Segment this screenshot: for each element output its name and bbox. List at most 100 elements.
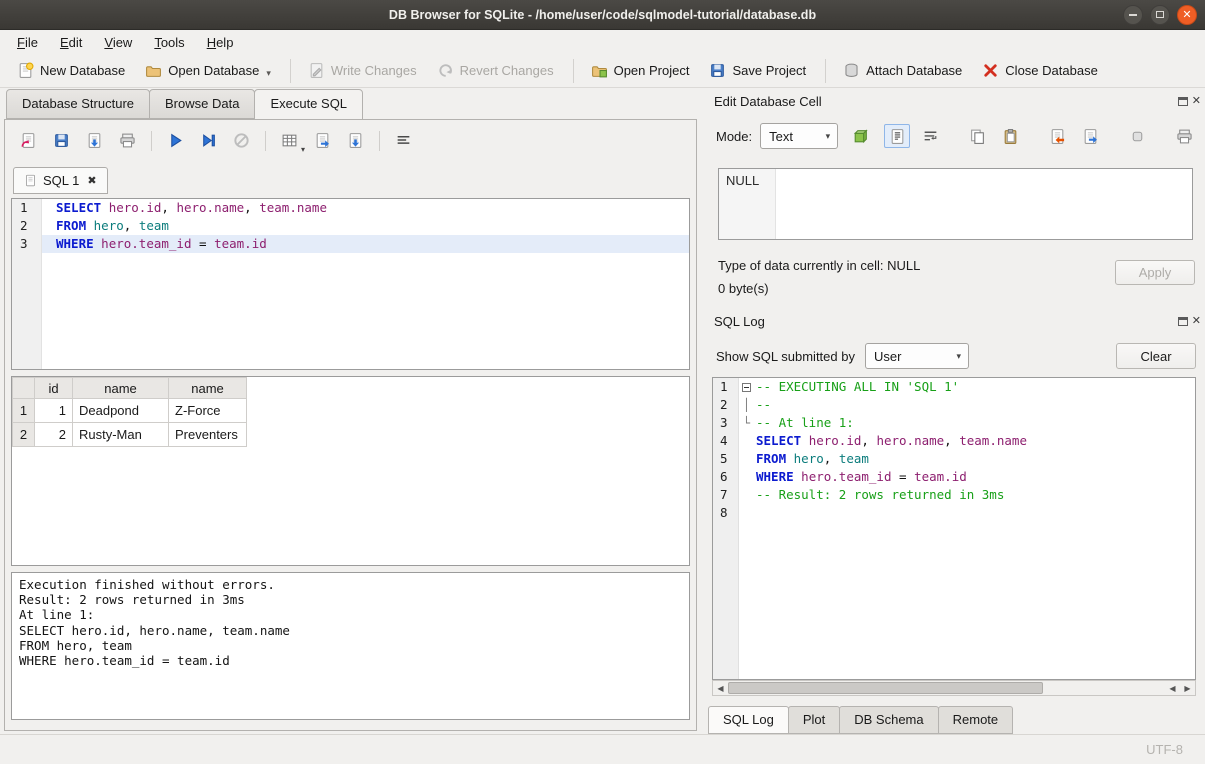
tab-database-structure[interactable]: Database Structure <box>6 89 150 119</box>
bottom-tab-plot[interactable]: Plot <box>788 706 840 734</box>
line-number: 4 <box>713 432 739 450</box>
titlebar[interactable]: DB Browser for SQLite - /home/user/code/… <box>0 0 1205 30</box>
chevron-down-icon[interactable]: ▾ <box>266 68 271 79</box>
close-panel-icon[interactable]: ✕ <box>1192 96 1201 106</box>
right-pane: Edit Database Cell ✕ Mode: Text ▾ NULL T… <box>706 88 1205 734</box>
copy-cell-button[interactable] <box>964 124 990 148</box>
column-header[interactable]: id <box>35 378 73 399</box>
print-cell-button[interactable] <box>1171 124 1197 148</box>
sql-editor-toolbar: ▾ <box>15 128 423 153</box>
menu-tools[interactable]: Tools <box>143 32 195 53</box>
results-view-button[interactable]: ▾ <box>276 128 302 153</box>
toolbar-new-database[interactable]: New Database <box>8 57 134 84</box>
window-title: DB Browser for SQLite - /home/user/code/… <box>389 8 816 22</box>
set-null-button[interactable] <box>1124 124 1150 148</box>
sql-log-dock-controls: ✕ <box>1178 316 1201 326</box>
open-sql-icon <box>20 132 37 149</box>
save-sql-file-button[interactable] <box>48 128 74 153</box>
scrollbar-track[interactable] <box>728 681 1165 695</box>
toolbar-open-project[interactable]: Open Project <box>582 57 699 84</box>
save-sql-as-button[interactable] <box>81 128 107 153</box>
column-header[interactable]: name <box>169 378 247 399</box>
export-results-button[interactable] <box>309 128 335 153</box>
close-tab-icon[interactable]: ✖ <box>87 174 96 187</box>
bottom-tab-sql-log[interactable]: SQL Log <box>708 706 789 734</box>
bottom-tab-db-schema[interactable]: DB Schema <box>839 706 938 734</box>
message-line: FROM hero, team <box>19 638 682 653</box>
export-cell-button[interactable] <box>1077 124 1103 148</box>
printer-icon <box>119 132 136 149</box>
menu-bar: FileEditViewToolsHelp <box>0 30 1205 54</box>
fold-marker[interactable] <box>739 378 754 396</box>
toolbar-open-database[interactable]: Open Database▾ <box>136 57 280 84</box>
tab-execute-sql[interactable]: Execute SQL <box>254 89 363 120</box>
paste-cell-button[interactable] <box>997 124 1023 148</box>
table-cell[interactable]: Deadpond <box>73 399 169 423</box>
text-mode-button[interactable] <box>884 124 910 148</box>
collapse-icon[interactable] <box>742 383 751 392</box>
table-cell[interactable]: 1 <box>35 399 73 423</box>
log-horizontal-scrollbar[interactable]: ◀ ◀ ▶ <box>712 680 1196 696</box>
sql-editor[interactable]: 1SELECT hero.id, hero.name, team.name2FR… <box>11 198 690 370</box>
toolbar-save-project[interactable]: Save Project <box>700 57 815 84</box>
menu-view[interactable]: View <box>93 32 143 53</box>
close-panel-icon[interactable]: ✕ <box>1192 316 1201 326</box>
toolbar-attach-database[interactable]: Attach Database <box>834 57 971 84</box>
line-number: 1 <box>713 378 739 396</box>
table-cell[interactable]: Z-Force <box>169 399 247 423</box>
menu-edit[interactable]: Edit <box>49 32 93 53</box>
print-sql-button[interactable] <box>114 128 140 153</box>
cell-editor[interactable]: NULL <box>718 168 1193 240</box>
menu-file[interactable]: File <box>6 32 49 53</box>
float-panel-icon[interactable] <box>1178 317 1188 326</box>
maximize-button[interactable] <box>1150 5 1170 25</box>
close-window-button[interactable]: ✕ <box>1177 5 1197 25</box>
table-cell[interactable]: Rusty-Man <box>73 423 169 447</box>
scrollbar-thumb[interactable] <box>728 682 1043 694</box>
log-line: 2│-- <box>713 396 1195 414</box>
toolbar-close-database[interactable]: Close Database <box>973 57 1107 84</box>
table-cell[interactable]: Preventers <box>169 423 247 447</box>
sql-log-view[interactable]: 1-- EXECUTING ALL IN 'SQL 1'2│--3└-- At … <box>712 377 1196 680</box>
tab-browse-data[interactable]: Browse Data <box>149 89 255 119</box>
write-changes-label: Write Changes <box>331 63 417 78</box>
open-sql-file-button[interactable] <box>15 128 41 153</box>
cell-icon-buttons <box>884 124 1199 148</box>
toolbar-revert-changes: Revert Changes <box>428 57 563 84</box>
table-cell[interactable]: 2 <box>35 423 73 447</box>
execute-all-button[interactable] <box>162 128 188 153</box>
word-wrap-button[interactable] <box>917 124 943 148</box>
dock-tab-bar: SQL LogPlotDB SchemaRemote <box>706 706 1012 734</box>
clear-log-button[interactable]: Clear <box>1116 343 1196 369</box>
fold-marker <box>739 450 754 468</box>
format-sql-button[interactable] <box>390 128 416 153</box>
minimize-button[interactable] <box>1123 5 1143 25</box>
message-line: Execution finished without errors. <box>19 577 682 592</box>
line-number: 2 <box>713 396 739 414</box>
filter-label: Show SQL submitted by <box>716 349 855 364</box>
execution-message: Execution finished without errors.Result… <box>11 572 690 720</box>
format-icon <box>395 132 412 149</box>
results-grid[interactable]: idnamename11DeadpondZ-Force22Rusty-ManPr… <box>11 376 690 566</box>
scroll-right-icon[interactable]: ▶ <box>1180 684 1195 693</box>
column-header[interactable]: name <box>73 378 169 399</box>
apply-button: Apply <box>1115 260 1195 285</box>
grid-icon <box>281 132 298 149</box>
sql-tab[interactable]: SQL 1 ✖ <box>13 167 108 194</box>
scroll-left-icon[interactable]: ◀ <box>713 684 728 693</box>
import-cell-button[interactable] <box>1044 124 1070 148</box>
fold-marker <box>739 432 754 450</box>
bottom-tab-remote[interactable]: Remote <box>938 706 1014 734</box>
save-sql-icon <box>53 132 70 149</box>
save-results-button[interactable] <box>342 128 368 153</box>
scroll-left-icon[interactable]: ◀ <box>1165 684 1180 693</box>
sql-log-panel-title: SQL Log <box>714 314 765 329</box>
submitter-select[interactable]: User ▾ <box>865 343 969 369</box>
minimize-icon <box>1129 14 1137 16</box>
mode-select[interactable]: Text ▾ <box>760 123 838 149</box>
line-number: 7 <box>713 486 739 504</box>
menu-help[interactable]: Help <box>196 32 245 53</box>
float-panel-icon[interactable] <box>1178 97 1188 106</box>
auto-switch-mode-button[interactable] <box>846 123 874 149</box>
execute-line-button[interactable] <box>195 128 221 153</box>
